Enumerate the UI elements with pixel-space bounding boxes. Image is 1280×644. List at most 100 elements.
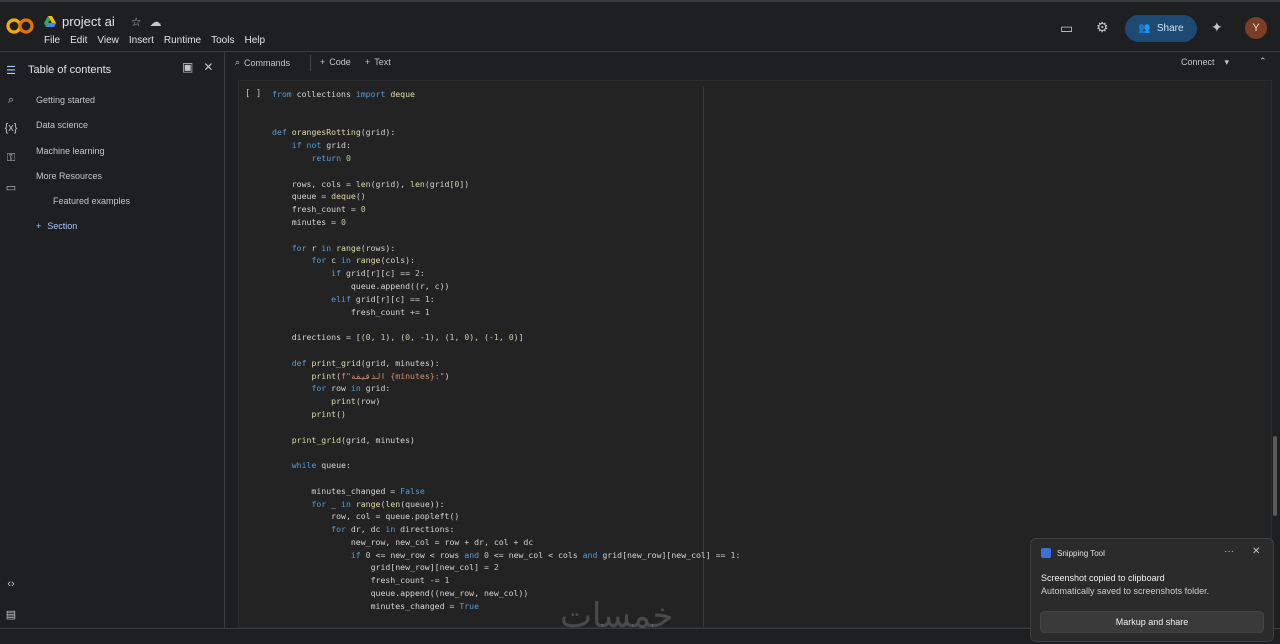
code-line[interactable]: new_row, new_col = row + dr, col + dc <box>272 536 740 549</box>
menu-tools[interactable]: Tools <box>211 35 234 46</box>
toc-item-machine-learning[interactable]: Machine learning <box>36 146 105 156</box>
section-label: Section <box>47 221 78 231</box>
khamsat-watermark: خمسات <box>560 596 674 636</box>
code-line[interactable]: print(f"الدقيقة {minutes}:") <box>272 370 740 383</box>
comment-icon[interactable]: ▭ <box>1060 20 1073 37</box>
open-in-tab-icon[interactable]: ▣ <box>182 60 193 74</box>
code-line[interactable]: rows, cols = len(grid), len(grid[0]) <box>272 178 740 191</box>
code-line[interactable] <box>272 165 740 178</box>
connect-button[interactable]: Connect ▾ <box>1181 57 1229 68</box>
code-line[interactable]: if grid[r][c] == 2: <box>272 267 740 280</box>
code-line[interactable]: for _ in range(len(queue)): <box>272 498 740 511</box>
add-section-button[interactable]: + Section <box>36 221 77 231</box>
code-line[interactable]: elif grid[r][c] == 1: <box>272 293 740 306</box>
code-line[interactable]: for r in range(rows): <box>272 242 740 255</box>
share-button[interactable]: 👥 Share <box>1125 15 1197 42</box>
toc-title: Table of contents <box>28 64 112 76</box>
avatar[interactable]: Y <box>1245 17 1267 39</box>
code-line[interactable]: grid[new_row][new_col] = 2 <box>272 561 740 574</box>
commands-label: Commands <box>244 57 291 68</box>
menu-edit[interactable]: Edit <box>70 35 87 46</box>
search-icon[interactable]: ⌕ <box>3 93 19 107</box>
terminal-icon[interactable]: ▤ <box>3 607 19 621</box>
code-line[interactable]: print(row) <box>272 395 740 408</box>
code-label: Code <box>329 57 351 67</box>
code-line[interactable]: queue.append((r, c)) <box>272 280 740 293</box>
code-line[interactable]: from collections import deque <box>272 88 740 101</box>
code-line[interactable] <box>272 101 740 114</box>
code-line[interactable]: minutes = 0 <box>272 216 740 229</box>
star-icon[interactable]: ☆ <box>131 15 142 29</box>
panel-divider[interactable] <box>224 52 225 632</box>
commands-button[interactable]: ⌕ Commands <box>235 57 290 68</box>
code-line[interactable]: fresh_count -= 1 <box>272 574 740 587</box>
code-line[interactable] <box>272 446 740 459</box>
toc-item-getting-started[interactable]: Getting started <box>36 95 95 105</box>
code-line[interactable]: fresh_count += 1 <box>272 306 740 319</box>
toast-title: Screenshot copied to clipboard <box>1041 573 1165 583</box>
left-rail: ☰ ⌕ {x} ⚿ ▭ ‹› ▤ <box>0 52 24 644</box>
code-line[interactable]: queue = deque() <box>272 190 740 203</box>
colab-logo-icon[interactable] <box>6 14 34 38</box>
code-line[interactable]: def print_grid(grid, minutes): <box>272 357 740 370</box>
close-icon[interactable]: ✕ <box>1252 546 1260 557</box>
markup-and-share-button[interactable]: Markup and share <box>1040 611 1264 633</box>
code-editor[interactable]: from collections import deque def orange… <box>272 88 741 627</box>
code-line[interactable] <box>272 421 740 434</box>
code-line[interactable]: minutes_changed = False <box>272 485 740 498</box>
chevron-down-icon[interactable]: ▾ <box>1225 57 1230 68</box>
code-line[interactable] <box>272 344 740 357</box>
folder-icon[interactable]: ▭ <box>3 180 19 194</box>
toc-item-more-resources[interactable]: More Resources <box>36 171 102 181</box>
scrollbar[interactable] <box>1273 436 1277 516</box>
key-icon[interactable]: ⚿ <box>3 151 19 165</box>
code-line[interactable] <box>272 472 740 485</box>
code-line[interactable]: for dr, dc in directions: <box>272 523 740 536</box>
code-snippets-icon[interactable]: ‹› <box>3 577 19 591</box>
plus-icon: + <box>365 57 371 67</box>
run-cell-button[interactable]: [ ] <box>245 89 261 99</box>
menu-file[interactable]: File <box>44 35 60 46</box>
code-line[interactable]: return 0 <box>272 152 740 165</box>
menu-bar: File Edit View Insert Runtime Tools Help <box>44 35 265 46</box>
toc-list-icon[interactable]: ☰ <box>3 63 19 77</box>
close-icon[interactable]: ✕ <box>203 60 213 74</box>
code-line[interactable]: if 0 <= new_row < rows and 0 <= new_col … <box>272 549 741 562</box>
code-line[interactable] <box>272 318 740 331</box>
text-label: Text <box>374 57 391 67</box>
code-line[interactable] <box>272 114 740 127</box>
menu-help[interactable]: Help <box>244 35 265 46</box>
gear-icon[interactable]: ⚙ <box>1096 19 1109 36</box>
code-line[interactable] <box>272 229 740 242</box>
add-text-button[interactable]: + Text <box>365 57 391 67</box>
variables-icon[interactable]: {x} <box>3 121 19 135</box>
menu-runtime[interactable]: Runtime <box>164 35 201 46</box>
toc-item-data-science[interactable]: Data science <box>36 120 88 130</box>
gemini-sparkle-icon[interactable]: ✦ <box>1211 19 1223 36</box>
code-line[interactable]: if not grid: <box>272 139 740 152</box>
toast-subtitle: Automatically saved to screenshots folde… <box>1041 586 1210 596</box>
menu-insert[interactable]: Insert <box>129 35 154 46</box>
plus-icon: + <box>36 221 42 231</box>
more-options-icon[interactable]: ··· <box>1224 546 1234 557</box>
code-line[interactable]: def orangesRotting(grid): <box>272 126 740 139</box>
notebook-title[interactable]: project ai <box>62 14 115 29</box>
share-label: Share <box>1156 23 1184 34</box>
code-line[interactable]: for c in range(cols): <box>272 254 740 267</box>
cloud-icon[interactable]: ☁ <box>150 15 162 29</box>
toc-item-featured-examples[interactable]: Featured examples <box>53 196 130 206</box>
code-line[interactable]: row, col = queue.popleft() <box>272 510 740 523</box>
toc-panel: Table of contents ▣ ✕ Getting started Da… <box>24 52 224 644</box>
code-line[interactable]: print() <box>272 408 740 421</box>
people-icon: 👥 <box>1138 23 1151 34</box>
code-line[interactable]: for row in grid: <box>272 382 740 395</box>
plus-icon: + <box>320 57 326 67</box>
snipping-tool-notification[interactable]: Snipping Tool ··· ✕ Screenshot copied to… <box>1030 538 1274 642</box>
chevron-up-icon[interactable]: ⌃ <box>1259 56 1267 67</box>
code-line[interactable]: while queue: <box>272 459 740 472</box>
code-line[interactable]: directions = [(0, 1), (0, -1), (1, 0), (… <box>272 331 740 344</box>
code-line[interactable]: print_grid(grid, minutes) <box>272 434 740 447</box>
add-code-button[interactable]: + Code <box>320 57 351 67</box>
menu-view[interactable]: View <box>97 35 119 46</box>
code-line[interactable]: fresh_count = 0 <box>272 203 740 216</box>
